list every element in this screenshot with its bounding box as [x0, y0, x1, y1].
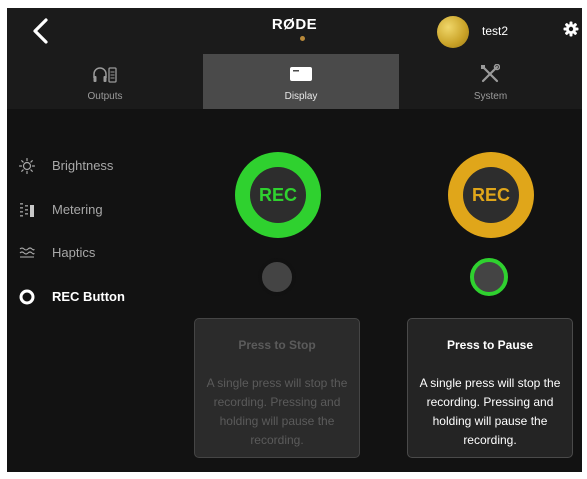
rec-preview-label: REC	[250, 167, 306, 223]
tab-outputs[interactable]: Outputs	[7, 54, 203, 109]
tab-system-label: System	[473, 91, 508, 102]
card-description: A single press will stop the recording. …	[419, 376, 561, 447]
card-description: A single press will stop the recording. …	[206, 376, 348, 447]
card-title: Press to Stop	[238, 338, 316, 352]
rec-preview-label: REC	[463, 167, 519, 223]
sidebar-item-metering[interactable]: Metering	[7, 195, 187, 225]
brand-dot	[300, 36, 305, 41]
display-icon	[290, 67, 312, 81]
sidebar-item-label: Brightness	[52, 158, 114, 173]
sidebar-item-rec-button[interactable]: REC Button	[7, 282, 187, 312]
sidebar-item-label: Metering	[52, 202, 103, 217]
radio-press-to-pause[interactable]	[470, 258, 508, 296]
sidebar-item-label: Haptics	[52, 245, 96, 260]
sun-icon	[19, 158, 35, 174]
tab-display[interactable]: Display	[203, 54, 399, 109]
app-window: RØDE test2 Outputs Display System Bright…	[7, 8, 582, 472]
tab-bar: Outputs Display System	[7, 54, 582, 109]
top-bar: RØDE test2	[7, 8, 582, 54]
card-title: Press to Pause	[446, 338, 534, 352]
radio-press-to-stop[interactable]	[258, 258, 296, 296]
gear-icon[interactable]	[563, 21, 579, 37]
tab-outputs-label: Outputs	[87, 91, 123, 102]
tools-icon	[481, 64, 500, 83]
meter-icon	[20, 203, 34, 217]
tab-display-label: Display	[284, 91, 318, 102]
card-press-to-stop[interactable]: Press to Stop A single press will stop t…	[194, 318, 360, 458]
tab-system[interactable]: System	[399, 54, 582, 109]
sidebar-item-brightness[interactable]: Brightness	[7, 151, 187, 181]
sidebar-item-label: REC Button	[52, 289, 125, 304]
avatar[interactable]	[437, 16, 469, 48]
username: test2	[482, 24, 509, 38]
waves-icon	[19, 247, 35, 258]
card-press-to-pause[interactable]: Press to Pause A single press will stop …	[407, 318, 573, 458]
outputs-icon	[93, 67, 117, 83]
rec-preview-green[interactable]: REC	[235, 152, 321, 238]
radio-icon	[19, 289, 35, 305]
sidebar-item-haptics[interactable]: Haptics	[7, 238, 187, 268]
rec-preview-gold[interactable]: REC	[448, 152, 534, 238]
